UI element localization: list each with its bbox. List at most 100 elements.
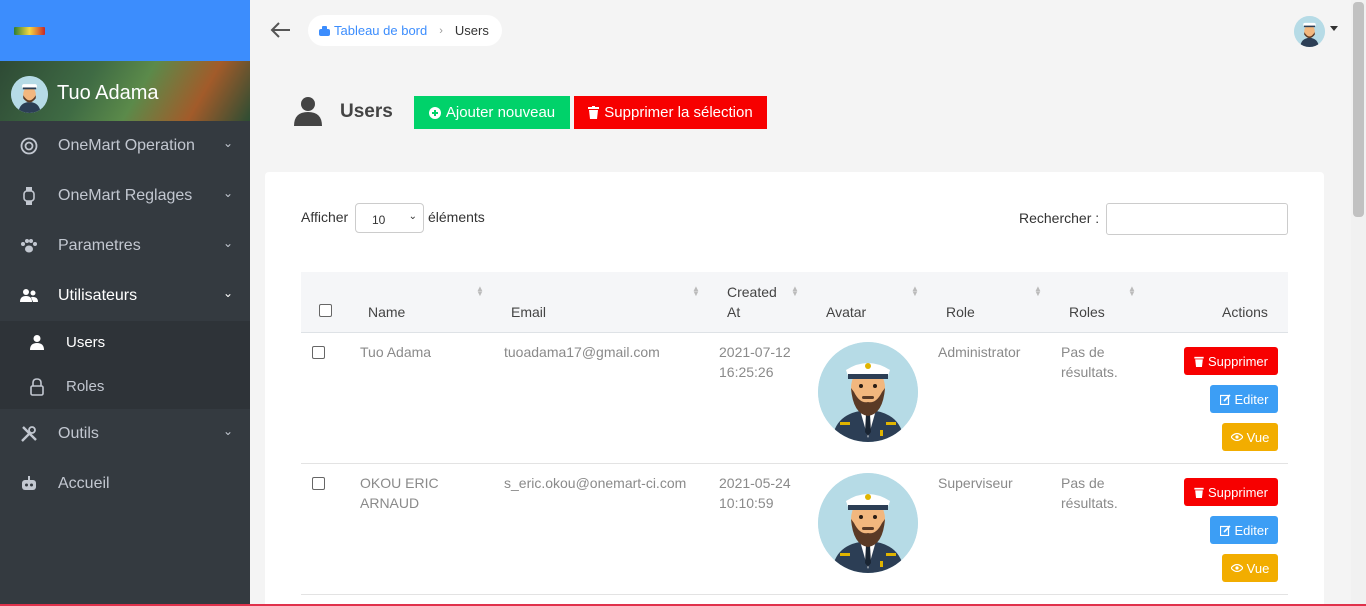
view-button[interactable]: Vue (1222, 423, 1278, 451)
cell-time: 10:10:59 (719, 495, 774, 511)
row-checkbox[interactable] (312, 346, 325, 359)
row-checkbox[interactable] (312, 477, 325, 490)
delete-label: Supprimer (1208, 484, 1268, 500)
sort-icon[interactable]: ▲ ▼ (476, 285, 484, 298)
cell-email: s_eric.okou@onemart-ci.com (504, 475, 687, 491)
view-button[interactable]: Vue (1222, 554, 1278, 582)
sidebar: Tuo Adama OneMart Operation ⌄ OneMart Re… (0, 0, 250, 606)
table-row: Tuo Adama tuoadama17@gmail.com 2021-07-1… (301, 333, 1288, 464)
brand-logo[interactable] (14, 27, 45, 35)
eye-icon (1230, 433, 1243, 441)
search-input[interactable] (1106, 203, 1288, 235)
cell-name: OKOU ERIC (360, 475, 439, 491)
col-name[interactable]: Name (368, 304, 405, 320)
col-email[interactable]: Email (511, 304, 546, 320)
sort-icon[interactable]: ▲ ▼ (791, 285, 799, 298)
table-row: OKOU ERIC ARNAUD s_eric.okou@onemart-ci.… (301, 464, 1288, 595)
user-menu-avatar[interactable] (1294, 16, 1325, 47)
caret-down-icon[interactable] (1330, 26, 1338, 31)
user-name[interactable]: Tuo Adama (57, 82, 159, 105)
nav-accueil[interactable]: Accueil (0, 459, 250, 509)
plus-circle-icon (428, 106, 441, 119)
edit-button[interactable]: Editer (1210, 385, 1278, 413)
sort-icon[interactable]: ▲ ▼ (911, 285, 919, 298)
add-new-button[interactable]: Ajouter nouveau (414, 96, 570, 129)
cell-name-line2: ARNAUD (360, 495, 420, 511)
chevron-down-icon: ⌄ (222, 424, 233, 438)
cell-role: Superviseur (938, 475, 1013, 491)
nav-utilisateurs[interactable]: Utilisateurs ⌄ (0, 271, 250, 321)
nav-onemart-reglages[interactable]: OneMart Reglages ⌄ (0, 171, 250, 221)
select-all-checkbox[interactable] (319, 304, 332, 317)
user-avatar[interactable] (11, 76, 48, 113)
sort-icon[interactable]: ▲ ▼ (1034, 285, 1042, 298)
chevron-down-icon: ⌄ (222, 286, 233, 300)
paw-icon (20, 237, 38, 255)
table-header: Name ▲ ▼ Email ▲ ▼ Created At ▲ ▼ Avatar ▲ ▼… (301, 272, 1288, 333)
users-icon (20, 287, 38, 305)
col-roles[interactable]: Roles (1069, 304, 1105, 320)
col-avatar[interactable]: Avatar (826, 304, 866, 320)
col-role[interactable]: Role (946, 304, 975, 320)
nav-label: Utilisateurs (58, 287, 138, 304)
user-panel: Tuo Adama (0, 61, 250, 121)
nav-parametres[interactable]: Parametres ⌄ (0, 221, 250, 271)
sidebar-item-label: Roles (66, 378, 105, 395)
view-label: Vue (1246, 560, 1270, 576)
trash-icon (1194, 356, 1204, 367)
chevron-down-icon: ⌄ (222, 186, 233, 200)
edit-button[interactable]: Editer (1210, 516, 1278, 544)
dashboard-icon (319, 25, 330, 36)
sort-icon[interactable]: ▲ ▼ (1128, 285, 1136, 298)
nav-onemart-operation[interactable]: OneMart Operation ⌄ (0, 121, 250, 171)
delete-button[interactable]: Supprimer (1184, 347, 1278, 375)
edit-label: Editer (1234, 391, 1269, 407)
cell-time: 16:25:26 (719, 364, 774, 380)
col-created-line2[interactable]: At (727, 304, 740, 320)
submenu-utilisateurs: Users Roles (0, 321, 250, 409)
cell-email: tuoadama17@gmail.com (504, 344, 660, 360)
elements-label: éléments (428, 209, 485, 225)
trash-icon (588, 106, 600, 119)
nav-label: OneMart Operation (58, 137, 195, 154)
chevron-down-icon: ⌄ (408, 211, 417, 222)
sidebar-item-roles[interactable]: Roles (0, 365, 250, 409)
breadcrumb-home[interactable]: Tableau de bord (319, 23, 427, 38)
col-created-line1[interactable]: Created (727, 284, 777, 300)
cell-name: Tuo Adama (360, 344, 432, 360)
sidebar-item-users[interactable]: Users (0, 321, 250, 365)
nav-label: Accueil (58, 475, 110, 492)
edit-icon (1219, 393, 1231, 405)
lifebuoy-icon (20, 137, 38, 155)
cell-roles: Pas de (1061, 475, 1105, 491)
chevron-down-icon: ⌄ (222, 236, 233, 250)
breadcrumb-home-label: Tableau de bord (334, 23, 428, 38)
scrollbar[interactable] (1351, 0, 1366, 606)
edit-label: Editer (1234, 522, 1269, 538)
user-icon (293, 96, 323, 126)
watch-icon (20, 187, 38, 205)
delete-selection-button[interactable]: Supprimer la sélection (574, 96, 767, 129)
nav-outils[interactable]: Outils ⌄ (0, 409, 250, 459)
avatar (818, 473, 918, 573)
breadcrumb-current: Users (454, 23, 489, 38)
breadcrumb-separator: › (439, 24, 443, 37)
breadcrumb: Tableau de bord › Users (308, 15, 502, 46)
page-size-select[interactable]: 10 ⌄ (355, 203, 424, 233)
cell-role: Administrator (938, 344, 1021, 360)
delete-label: Supprimer (1208, 353, 1268, 369)
nav-label: Parametres (58, 237, 141, 254)
nav-label: Outils (58, 425, 99, 442)
nav-label: OneMart Reglages (58, 187, 193, 204)
cell-roles-line2: résultats. (1061, 495, 1118, 511)
delete-button[interactable]: Supprimer (1184, 478, 1278, 506)
brand-bar (0, 0, 250, 61)
tools-icon (20, 425, 38, 443)
delete-selection-label: Supprimer la sélection (604, 104, 753, 121)
cell-roles: Pas de (1061, 344, 1105, 360)
scrollbar-thumb[interactable] (1353, 2, 1364, 217)
col-actions: Actions (1222, 304, 1268, 320)
chevron-down-icon: ⌄ (222, 136, 233, 150)
back-arrow-icon[interactable] (269, 20, 291, 40)
sort-icon[interactable]: ▲ ▼ (692, 285, 700, 298)
